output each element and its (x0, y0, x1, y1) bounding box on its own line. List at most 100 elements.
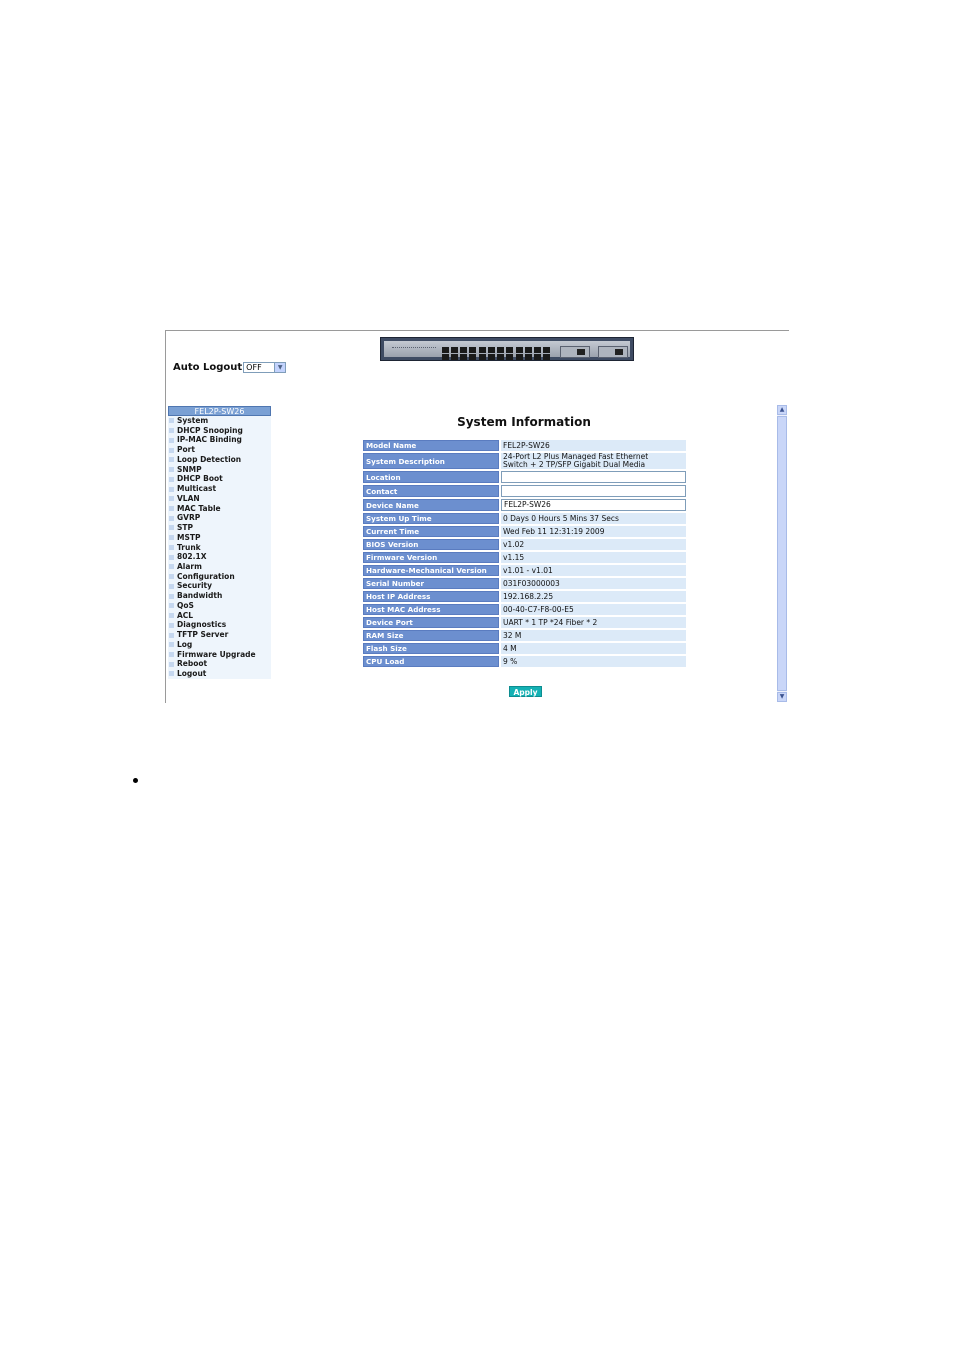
table-row: CPU Load 9 % (363, 656, 686, 667)
field-value: 32 M (501, 630, 686, 641)
chevron-down-icon[interactable]: ▼ (274, 363, 286, 372)
chevron-up-icon[interactable]: ▲ (777, 405, 787, 415)
square-bullet-icon (169, 554, 174, 560)
field-label: Device Port (363, 617, 499, 628)
sidebar-item[interactable]: Logout (168, 669, 271, 679)
sidebar-item-label: 802.1X (177, 552, 207, 562)
sidebar-item[interactable]: 802.1X (168, 552, 271, 562)
sidebar-item-label: SNMP (177, 464, 202, 474)
sidebar-item[interactable]: Multicast (168, 484, 271, 494)
sidebar-item[interactable]: Diagnostics (168, 620, 271, 630)
sidebar-item[interactable]: MAC Table (168, 504, 271, 514)
sidebar-item[interactable]: Log (168, 640, 271, 650)
chevron-down-icon[interactable]: ▼ (777, 692, 787, 702)
sidebar-nav: FEL2P-SW26 System DHCP Snooping IP-MAC Bin… (168, 406, 271, 679)
sidebar-item[interactable]: VLAN (168, 494, 271, 504)
sidebar-item-label: QoS (177, 600, 194, 610)
sidebar-item[interactable]: MSTP (168, 533, 271, 543)
sidebar-item[interactable]: ACL (168, 611, 271, 621)
sidebar-item-label: Security (177, 581, 213, 591)
sidebar-item[interactable]: QoS (168, 601, 271, 611)
scrollbar-thumb[interactable] (777, 416, 787, 691)
table-row: RAM Size 32 M (363, 630, 686, 641)
square-bullet-icon (169, 622, 174, 628)
sidebar-item[interactable]: Loop Detection (168, 455, 271, 465)
square-bullet-icon (169, 603, 174, 609)
sidebar-item-label: Configuration (177, 571, 235, 581)
field-value: 00-40-C7-F8-00-E5 (501, 604, 686, 615)
sidebar-item[interactable]: DHCP Snooping (168, 426, 271, 436)
text-input-field[interactable] (501, 485, 686, 497)
square-bullet-icon (169, 544, 174, 550)
field-value: v1.02 (501, 539, 686, 550)
sidebar-item[interactable]: Bandwidth (168, 591, 271, 601)
sidebar-item-label: System (177, 416, 209, 425)
sidebar-item-label: MAC Table (177, 503, 221, 513)
field-value: 24-Port L2 Plus Managed Fast Ethernet Sw… (501, 453, 686, 469)
sidebar-item[interactable]: Port (168, 445, 271, 455)
rj45-port-icon (479, 354, 486, 360)
field-label: Host MAC Address (363, 604, 499, 615)
auto-logout-selected-value: OFF (246, 363, 262, 372)
sidebar-item-label: IP-MAC Binding (177, 435, 242, 445)
sidebar-item-label: TFTP Server (177, 630, 229, 640)
rj45-port-icon (451, 347, 458, 353)
browser-content-frame: Auto Logout OFF ▼ FEL2P-SW26 System DHCP … (165, 330, 789, 703)
sidebar-item[interactable]: DHCP Boot (168, 474, 271, 484)
field-label: BIOS Version (363, 539, 499, 550)
auto-logout-control: Auto Logout OFF ▼ (173, 362, 287, 373)
field-label: Serial Number (363, 578, 499, 589)
rj45-port-icon (497, 354, 504, 360)
sidebar-header: FEL2P-SW26 (168, 406, 271, 416)
field-value: 031F03000003 (501, 578, 686, 589)
sidebar-item[interactable]: Reboot (168, 659, 271, 669)
rj45-port-icon (460, 347, 467, 353)
field-value: 192.168.2.25 (501, 591, 686, 602)
square-bullet-icon (169, 486, 174, 492)
sidebar-item[interactable]: Firmware Upgrade (168, 650, 271, 660)
sidebar-item-label: Reboot (177, 659, 208, 669)
text-input-field[interactable] (501, 471, 686, 483)
sidebar-item[interactable]: Security (168, 581, 271, 591)
sidebar-item-label: Log (177, 639, 193, 649)
square-bullet-icon (169, 467, 174, 473)
table-row: Model Name FEL2P-SW26 (363, 440, 686, 451)
sidebar-item-label: DHCP Snooping (177, 425, 243, 435)
square-bullet-icon (169, 496, 174, 502)
auto-logout-select[interactable]: OFF ▼ (243, 362, 287, 373)
square-bullet-icon (169, 418, 174, 424)
sidebar-item[interactable]: TFTP Server (168, 630, 271, 640)
sidebar-item-label: MSTP (177, 532, 201, 542)
field-label: Flash Size (363, 643, 499, 654)
sidebar-item[interactable]: Alarm (168, 562, 271, 572)
sidebar-item-label: DHCP Boot (177, 474, 223, 484)
sidebar-item[interactable]: SNMP (168, 465, 271, 475)
field-value: v1.01 - v1.01 (501, 565, 686, 576)
table-row: Device Name FEL2P-SW26 (363, 499, 686, 511)
square-bullet-icon (169, 632, 174, 638)
rj45-port-icon (506, 347, 513, 353)
field-value: FEL2P-SW26 (501, 440, 686, 451)
sidebar-item-label: Alarm (177, 562, 202, 572)
square-bullet-icon (169, 428, 174, 434)
rj45-port-icon (525, 347, 532, 353)
sidebar-item[interactable]: GVRP (168, 513, 271, 523)
square-bullet-icon (169, 593, 174, 599)
sidebar-item-label: Firmware Upgrade (177, 649, 256, 659)
vertical-scrollbar[interactable]: ▲ ▼ (777, 405, 787, 702)
sidebar-item[interactable]: STP (168, 523, 271, 533)
square-bullet-icon (169, 457, 174, 463)
text-input-field[interactable]: FEL2P-SW26 (501, 499, 686, 511)
rj45-port-icon (469, 347, 476, 353)
field-label: Firmware Version (363, 552, 499, 563)
square-bullet-icon (169, 671, 174, 677)
sidebar-item[interactable]: Trunk (168, 543, 271, 553)
sidebar-item[interactable]: IP-MAC Binding (168, 435, 271, 445)
square-bullet-icon (169, 574, 174, 580)
sidebar-item[interactable]: Configuration (168, 572, 271, 582)
sidebar-item-label: Logout (177, 669, 207, 679)
sidebar-item[interactable]: System (168, 416, 271, 426)
table-row: Location (363, 471, 686, 483)
apply-button[interactable]: Apply (509, 686, 542, 697)
square-bullet-icon (169, 447, 174, 453)
